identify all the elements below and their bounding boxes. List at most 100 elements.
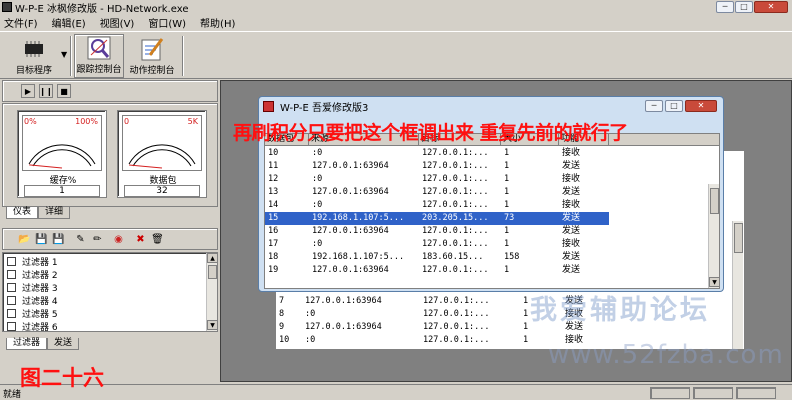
record-filter-button[interactable]: ◉ (111, 232, 126, 247)
target-program-button[interactable]: 目标程序 (8, 34, 60, 78)
filter-scrollbar[interactable]: ▲ ▼ (206, 253, 218, 331)
filter-checkbox[interactable] (7, 322, 16, 331)
minimize-button[interactable]: ─ (716, 1, 734, 13)
filter-label: 过滤器 3 (22, 284, 58, 294)
capture-controls: ▶ ❙❙ ■ (2, 80, 218, 102)
dialog-close-button[interactable]: ✕ (685, 100, 717, 112)
status-text: 就绪 (3, 390, 22, 400)
menu-view[interactable]: 视图(V) (100, 15, 135, 30)
stop-icon: ■ (60, 86, 68, 96)
filter-checkbox[interactable] (7, 270, 16, 279)
filter-toolbar: 📂 💾 💾 ✎ ✏ ◉ ✖ 🗑 (2, 228, 218, 250)
table-row[interactable]: 11 127.0.0.1:63964 127.0.0.1:... 1 发送 (265, 160, 609, 173)
back-scrollbar[interactable] (732, 221, 743, 349)
pencil-filter-button[interactable]: ✏ (90, 232, 105, 247)
filter-checkbox[interactable] (7, 257, 16, 266)
table-row[interactable]: 14:0 127.0.0.1:... 1 接收 (265, 199, 609, 212)
menu-file[interactable]: 文件(F) (4, 15, 38, 30)
scroll-thumb[interactable] (208, 265, 217, 279)
list-item[interactable]: 过滤器 4 (7, 294, 58, 307)
close-icon: ✕ (767, 2, 775, 11)
tab-details[interactable]: 详细 (38, 207, 71, 219)
chevron-down-icon[interactable]: ▼ (61, 50, 67, 59)
filter-label: 过滤器 4 (22, 297, 58, 307)
menu-window[interactable]: 窗口(W) (148, 15, 186, 30)
packet-gauge: 0 5K 数据包 32 (117, 110, 207, 198)
close-button[interactable]: ✕ (754, 1, 788, 13)
main-toolbar: 目标程序 ▼ 跟踪控制台 动作控制台 (0, 31, 792, 79)
gauge-value: 32 (124, 185, 200, 197)
status-pane (650, 387, 690, 399)
gauge-min: 0 (124, 117, 130, 126)
dialog-minimize-button[interactable]: ─ (645, 100, 663, 112)
table-row[interactable]: 10:0 127.0.0.1:... 1 接收 (265, 147, 609, 160)
edit-filter-button[interactable]: ✎ (73, 232, 88, 247)
notepad-pencil-icon (139, 37, 165, 61)
scroll-up-icon[interactable]: ▲ (207, 253, 218, 263)
watermark-text: 我爱辅助论坛 (530, 295, 710, 326)
open-filter-button[interactable]: 📂 (17, 232, 32, 247)
tab-send[interactable]: 发送 (47, 338, 80, 350)
filter-checkbox[interactable] (7, 296, 16, 305)
scroll-thumb[interactable] (734, 223, 743, 253)
menu-edit[interactable]: 编辑(E) (52, 15, 86, 30)
filter-label: 过滤器 5 (22, 310, 58, 320)
minimize-icon: ─ (722, 2, 728, 11)
magnifier-icon (86, 36, 112, 60)
action-console-button[interactable]: 动作控制台 (126, 34, 178, 78)
table-row[interactable]: 17:0 127.0.0.1:... 1 接收 (265, 238, 609, 251)
list-item[interactable]: 过滤器 2 (7, 268, 58, 281)
list-item[interactable]: 过滤器 1 (7, 255, 58, 268)
scroll-thumb[interactable] (710, 188, 719, 214)
list-item[interactable]: 过滤器 5 (7, 307, 58, 320)
save-as-filter-button[interactable]: 💾 (51, 232, 66, 247)
packet-scrollbar[interactable]: ▼ (708, 184, 719, 288)
menu-help[interactable]: 帮助(H) (200, 15, 235, 30)
filter-checkbox[interactable] (7, 309, 16, 318)
scroll-down-icon[interactable]: ▼ (207, 320, 218, 330)
tab-filters[interactable]: 过滤器 (6, 338, 48, 350)
table-row[interactable]: 18 192.168.1.107:5... 183.60.15... 158 发送 (265, 251, 609, 264)
watermark-url: www.52fzba.com (548, 340, 784, 370)
trash-icon: 🗑 (151, 234, 164, 245)
save-filter-button[interactable]: 💾 (34, 232, 49, 247)
pause-button[interactable]: ❙❙ (39, 84, 53, 98)
selected-table-row[interactable]: 15 192.168.1.107:5... 203.205.15... 73 发送 (265, 212, 609, 225)
table-row[interactable]: 12:0 127.0.0.1:... 1 接收 (265, 173, 609, 186)
maximize-button[interactable]: □ (735, 1, 753, 13)
dialog-maximize-button[interactable]: □ (665, 100, 683, 112)
gauge-panel: 0% 100% 缓存% 1 0 5K 数据包 32 (2, 103, 218, 207)
table-row[interactable]: 19 127.0.0.1:63964 127.0.0.1:... 1 发送 (265, 264, 609, 277)
save-as-icon: 💾 (52, 234, 65, 245)
list-item[interactable]: 过滤器 6 (7, 320, 58, 333)
delete-filter-button[interactable]: ✖ (133, 232, 148, 247)
filter-checkbox[interactable] (7, 283, 16, 292)
menu-bar: 文件(F) 编辑(E) 视图(V) 窗口(W) 帮助(H) (0, 15, 792, 30)
close-icon: ✕ (697, 101, 705, 110)
main-window-title: W-P-E 冰枫修改版 - HD-Network.exe (15, 3, 189, 15)
figure-label: 图二十六 (20, 366, 104, 390)
table-row[interactable]: 16 127.0.0.1:63964 127.0.0.1:... 1 发送 (265, 225, 609, 238)
trash-filter-button[interactable]: 🗑 (150, 232, 165, 247)
play-button[interactable]: ▶ (21, 84, 35, 98)
record-icon: ◉ (114, 234, 123, 245)
dialog-title: W-P-E 吾爱修改版3 (280, 102, 369, 114)
target-program-label: 目标程序 (15, 66, 52, 76)
pencil-icon: ✏ (93, 234, 102, 245)
filter-label: 过滤器 6 (22, 323, 58, 333)
pause-icon: ❙❙ (39, 86, 53, 96)
list-item[interactable]: 过滤器 3 (7, 281, 58, 294)
delete-icon: ✖ (136, 234, 145, 245)
chip-icon (21, 37, 47, 61)
buffer-gauge: 0% 100% 缓存% 1 (17, 110, 107, 198)
tab-gauges[interactable]: 仪表 (6, 207, 39, 219)
table-row[interactable]: 13 127.0.0.1:63964 127.0.0.1:... 1 发送 (265, 186, 609, 199)
action-console-label: 动作控制台 (129, 66, 175, 76)
scroll-down-icon[interactable]: ▼ (709, 277, 719, 287)
minimize-icon: ─ (651, 101, 657, 110)
main-title-bar: W-P-E 冰枫修改版 - HD-Network.exe (0, 0, 792, 15)
maximize-icon: □ (670, 101, 678, 110)
trace-console-button[interactable]: 跟踪控制台 (74, 34, 124, 78)
status-bar: 就绪 (0, 384, 792, 400)
stop-button[interactable]: ■ (57, 84, 71, 98)
